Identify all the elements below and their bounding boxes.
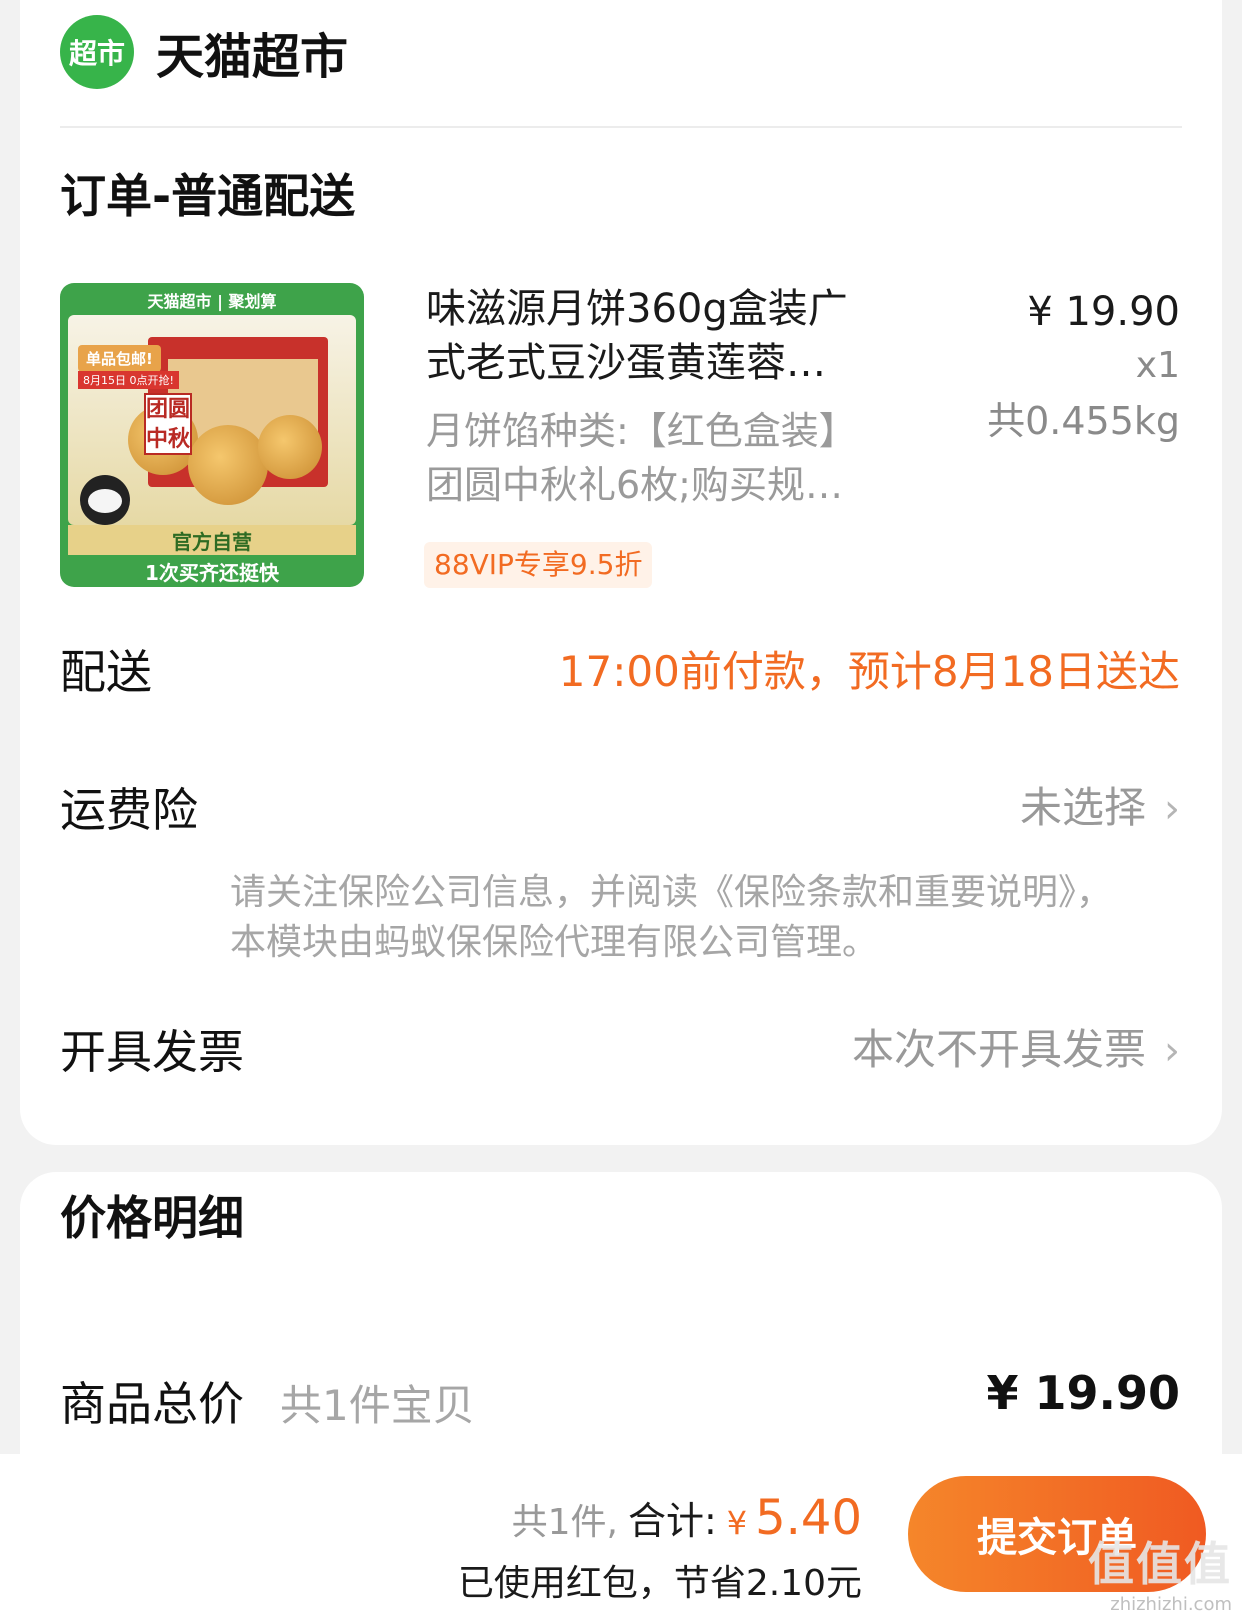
mooncake <box>188 425 268 505</box>
chevron-right-icon: › <box>1164 786 1180 832</box>
savings-text: 已使用红包，节省2.10元 <box>457 1563 862 1604</box>
tmall-cat-mascot <box>80 475 130 525</box>
product-title-line: 式老式豆沙蛋黄莲蓉… <box>426 340 826 386</box>
total-amount: 5.40 <box>755 1490 862 1546</box>
price-detail-title: 价格明细 <box>60 1191 244 1245</box>
product-title-line: 味滋源月饼360g盒装广 <box>426 286 848 332</box>
invoice-value: 本次不开具发票 <box>851 1025 1146 1074</box>
product-spec-line: 月饼馅种类:【红色盒装】 <box>426 409 857 453</box>
chevron-right-icon: › <box>1164 1028 1180 1074</box>
official-label: 官方自营 <box>68 525 356 555</box>
insurance-note: 请关注保险公司信息，并阅读《保险条款和重要说明》，本模块由蚂蚁保保险代理有限公司… <box>230 872 1113 963</box>
product-spec[interactable]: 月饼馅种类:【红色盒装】 团圆中秋礼6枚;购买规… <box>426 404 916 512</box>
watermark: 值值值 zhizhizhi.com <box>1088 1528 1232 1615</box>
store-header[interactable]: 超市 天猫超市 <box>60 12 348 92</box>
product-image-banner: 天猫超市 | 聚划算 <box>147 292 277 311</box>
order-card: 超市 天猫超市 订单-普通配送 天猫超市 | 聚划算 单品包邮! 8月15日 0… <box>20 0 1222 1145</box>
invoice-label: 开具发票 <box>60 1025 244 1079</box>
box-label: 团圆中秋 <box>144 393 192 455</box>
item-count: 共1件, <box>511 1502 618 1543</box>
promo-tag: 88VIP专享9.5折 <box>424 542 653 588</box>
product-spec-line: 团圆中秋礼6枚;购买规… <box>426 463 843 507</box>
product-quantity: x1 <box>1135 345 1180 386</box>
summary-line: 共1件, 合计: ¥ 5.40 <box>512 1490 862 1546</box>
insurance-label: 运费险 <box>60 783 198 837</box>
store-logo: 超市 <box>60 15 134 89</box>
product-price: ¥ 19.90 <box>1027 289 1180 335</box>
goods-total-label: 商品总价 <box>60 1377 244 1431</box>
free-shipping-badge: 单品包邮! <box>78 345 161 372</box>
checkout-bar: 共1件, 合计: ¥ 5.40 已使用红包，节省2.10元 提交订单 <box>0 1454 1242 1616</box>
total-label: 合计: <box>627 1499 717 1543</box>
goods-total-value: ¥ 19.90 <box>986 1366 1180 1420</box>
divider <box>60 126 1182 128</box>
currency-symbol: ¥ <box>726 1504 748 1542</box>
goods-total-count: 共1件宝贝 <box>280 1381 475 1430</box>
store-name: 天猫超市 <box>156 29 349 85</box>
watermark-url: zhizhizhi.com <box>1110 1594 1232 1615</box>
product-image[interactable]: 天猫超市 | 聚划算 单品包邮! 8月15日 0点开抢! 团圆中秋 官方自营 1… <box>60 283 364 587</box>
product-image-slogan: 1次买齐还挺快 <box>145 560 279 585</box>
order-title: 订单-普通配送 <box>60 169 356 223</box>
delivery-value: 17:00前付款，预计8月18日送达 <box>558 647 1180 696</box>
watermark-logo: 值值值 <box>1088 1537 1232 1591</box>
insurance-value: 未选择 <box>1019 783 1146 832</box>
product-weight: 共0.455kg <box>987 399 1180 443</box>
sale-date-badge: 8月15日 0点开抢! <box>78 371 179 389</box>
mooncake <box>258 415 322 479</box>
product-image-scene: 单品包邮! 8月15日 0点开抢! 团圆中秋 <box>68 315 356 525</box>
delivery-label: 配送 <box>60 645 152 699</box>
product-title[interactable]: 味滋源月饼360g盒装广 式老式豆沙蛋黄莲蓉… <box>426 282 926 390</box>
insurance-selector[interactable]: 未选择 › <box>1020 774 1180 835</box>
product-price-column: ¥ 19.90 x1 共0.455kg <box>987 286 1180 448</box>
invoice-selector[interactable]: 本次不开具发票 › <box>852 1016 1180 1077</box>
